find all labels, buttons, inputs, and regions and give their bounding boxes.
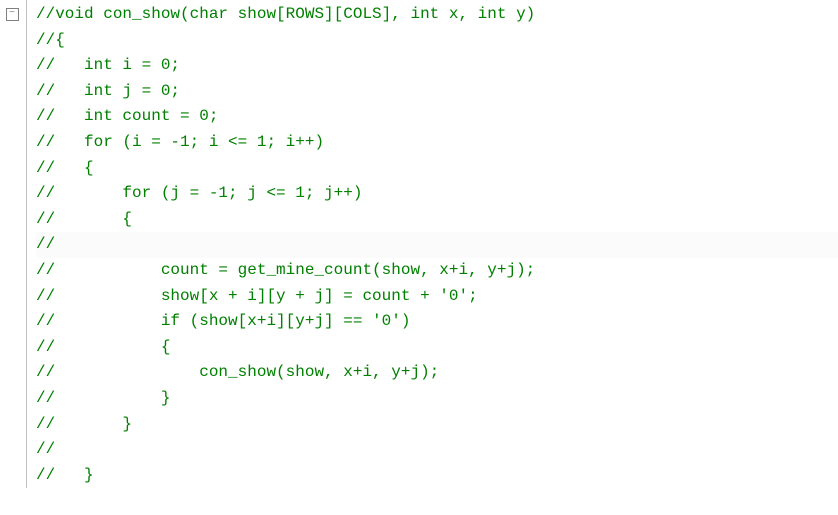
code-line[interactable]: //: [36, 232, 838, 258]
code-token: // {: [36, 159, 94, 177]
code-token: // }: [36, 389, 170, 407]
fold-toggle-icon[interactable]: −: [6, 8, 19, 21]
code-line[interactable]: //void con_show(char show[ROWS][COLS], i…: [36, 2, 838, 28]
code-token: // }: [36, 466, 94, 484]
code-line[interactable]: // for (j = -1; j <= 1; j++): [36, 181, 838, 207]
code-token: // int j = 0;: [36, 82, 180, 100]
code-token: // for (j = -1; j <= 1; j++): [36, 184, 362, 202]
code-line[interactable]: // }: [36, 386, 838, 412]
code-token: // if (show[x+i][y+j] == '0'): [36, 312, 410, 330]
code-line[interactable]: //{: [36, 28, 838, 54]
code-line[interactable]: // int j = 0;: [36, 79, 838, 105]
code-line[interactable]: // {: [36, 156, 838, 182]
gutter: −: [0, 0, 24, 488]
code-line[interactable]: // con_show(show, x+i, y+j);: [36, 360, 838, 386]
code-token: //: [36, 440, 55, 458]
code-token: //: [36, 235, 55, 253]
code-line[interactable]: // {: [36, 335, 838, 361]
code-token: // int count = 0;: [36, 107, 218, 125]
code-token: // count = get_mine_count(show, x+i, y+j…: [36, 261, 535, 279]
code-line[interactable]: // int i = 0;: [36, 53, 838, 79]
code-line[interactable]: // }: [36, 463, 838, 489]
code-token: // {: [36, 210, 132, 228]
code-token: // show[x + i][y + j] = count + '0';: [36, 287, 478, 305]
code-token: // for (i = -1; i <= 1; i++): [36, 133, 324, 151]
code-line[interactable]: // for (i = -1; i <= 1; i++): [36, 130, 838, 156]
code-area[interactable]: //void con_show(char show[ROWS][COLS], i…: [36, 0, 838, 488]
code-line[interactable]: //: [36, 437, 838, 463]
code-line[interactable]: // show[x + i][y + j] = count + '0';: [36, 284, 838, 310]
code-line[interactable]: // if (show[x+i][y+j] == '0'): [36, 309, 838, 335]
code-token: // int i = 0;: [36, 56, 180, 74]
code-token: //void con_show(char show[ROWS][COLS], i…: [36, 5, 535, 23]
code-line[interactable]: // }: [36, 412, 838, 438]
code-line[interactable]: // {: [36, 207, 838, 233]
code-token: // con_show(show, x+i, y+j);: [36, 363, 439, 381]
code-token: //{: [36, 31, 65, 49]
code-editor[interactable]: − //void con_show(char show[ROWS][COLS],…: [0, 0, 838, 488]
fold-guide: [24, 0, 36, 488]
code-token: // {: [36, 338, 170, 356]
code-line[interactable]: // count = get_mine_count(show, x+i, y+j…: [36, 258, 838, 284]
code-line[interactable]: // int count = 0;: [36, 104, 838, 130]
code-token: // }: [36, 415, 132, 433]
